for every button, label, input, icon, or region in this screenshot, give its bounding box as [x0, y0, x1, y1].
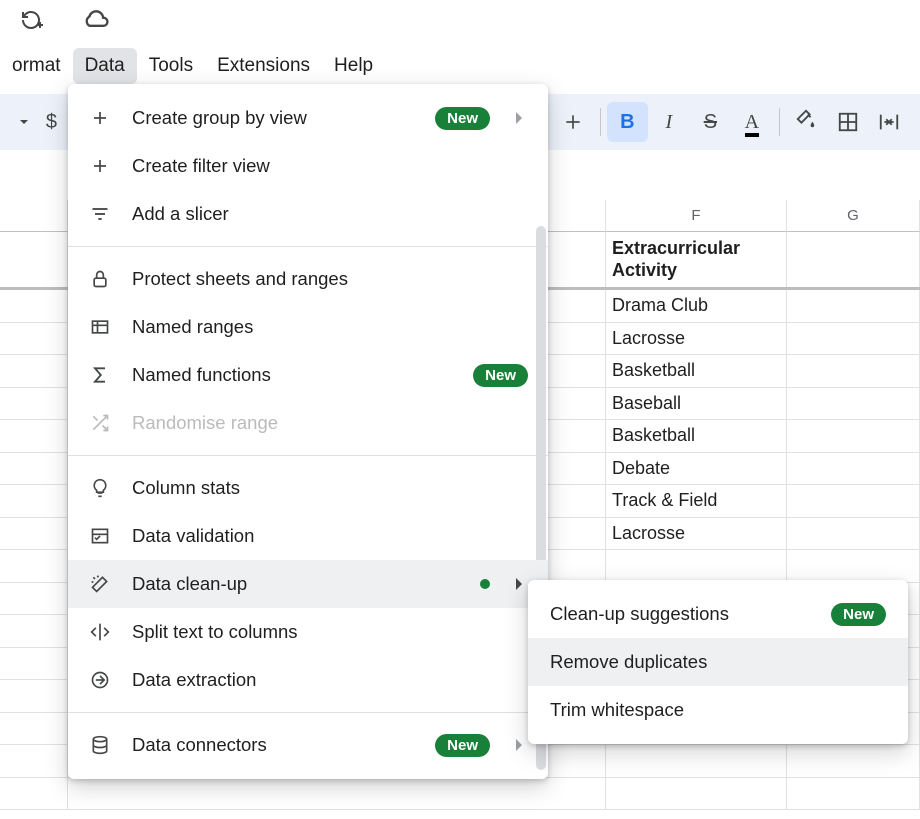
- checklist-icon: [88, 526, 112, 546]
- submenu-trim-whitespace[interactable]: Trim whitespace: [528, 686, 908, 734]
- menu-randomise-range: Randomise range: [68, 399, 548, 447]
- menu-label: Data clean-up: [132, 573, 247, 595]
- menu-separator: [68, 712, 548, 713]
- plus-icon: [88, 109, 112, 127]
- menu-label: Split text to columns: [132, 621, 298, 643]
- sigma-icon: [88, 365, 112, 385]
- menu-create-filter-view[interactable]: Create filter view: [68, 142, 548, 190]
- menu-label: Create group by view: [132, 107, 307, 129]
- italic-button[interactable]: I: [648, 102, 689, 142]
- menu-label: Add a slicer: [132, 203, 229, 225]
- header-F[interactable]: Extracurricular Activity: [606, 232, 787, 287]
- submenu-cleanup-suggestions[interactable]: Clean-up suggestions New: [528, 590, 908, 638]
- menu-separator: [68, 455, 548, 456]
- menu-create-group-by-view[interactable]: Create group by view New: [68, 94, 548, 142]
- database-icon: [88, 735, 112, 755]
- menu-split-text[interactable]: Split text to columns: [68, 608, 548, 656]
- new-badge: New: [473, 364, 528, 387]
- menu-extensions[interactable]: Extensions: [205, 48, 322, 84]
- borders-button[interactable]: [827, 102, 868, 142]
- split-icon: [88, 622, 112, 642]
- data-cleanup-submenu: Clean-up suggestions New Remove duplicat…: [528, 580, 908, 744]
- menu-label: Create filter view: [132, 155, 270, 177]
- toolbar-more-left[interactable]: [10, 102, 31, 142]
- menu-tools[interactable]: Tools: [137, 48, 205, 84]
- submenu-remove-duplicates[interactable]: Remove duplicates: [528, 638, 908, 686]
- currency-button[interactable]: $: [31, 102, 72, 142]
- table-row: [0, 778, 920, 811]
- menu-protect-sheets[interactable]: Protect sheets and ranges: [68, 255, 548, 303]
- menu-label: Column stats: [132, 477, 240, 499]
- submenu-arrow-icon: [516, 112, 528, 124]
- lock-icon: [88, 269, 112, 289]
- menu-data-cleanup[interactable]: Data clean-up: [68, 560, 548, 608]
- menu-label: Clean-up suggestions: [550, 603, 729, 625]
- shuffle-icon: [88, 413, 112, 433]
- submenu-arrow-icon: [516, 739, 528, 751]
- menu-label: Named functions: [132, 364, 271, 386]
- menu-separator: [68, 246, 548, 247]
- col-header-G[interactable]: G: [787, 200, 920, 232]
- menu-data-validation[interactable]: Data validation: [68, 512, 548, 560]
- col-header-F[interactable]: F: [606, 200, 787, 232]
- menu-label: Remove duplicates: [550, 651, 707, 673]
- plus-icon: [88, 157, 112, 175]
- menu-data-extraction[interactable]: Data extraction: [68, 656, 548, 704]
- menu-label: Data validation: [132, 525, 254, 547]
- menu-add-slicer[interactable]: Add a slicer: [68, 190, 548, 238]
- bold-button[interactable]: B: [607, 102, 648, 142]
- new-badge: New: [831, 603, 886, 626]
- data-menu-dropdown: Create group by view New Create filter v…: [68, 84, 548, 779]
- new-badge: New: [435, 734, 490, 757]
- named-ranges-icon: [88, 317, 112, 337]
- menu-named-ranges[interactable]: Named ranges: [68, 303, 548, 351]
- menu-label: Data connectors: [132, 734, 267, 756]
- merge-button[interactable]: [869, 102, 910, 142]
- menubar: ormat Data Tools Extensions Help: [0, 48, 385, 84]
- new-badge: New: [435, 107, 490, 130]
- fill-color-button[interactable]: [786, 102, 827, 142]
- menu-help[interactable]: Help: [322, 48, 385, 84]
- extract-icon: [88, 670, 112, 690]
- menu-named-functions[interactable]: Named functions New: [68, 351, 548, 399]
- menu-data[interactable]: Data: [73, 48, 137, 84]
- indicator-dot: [480, 579, 490, 589]
- menu-label: Named ranges: [132, 316, 253, 338]
- menu-label: Data extraction: [132, 669, 256, 691]
- menu-data-connectors[interactable]: Data connectors New: [68, 721, 548, 769]
- menu-label: Trim whitespace: [550, 699, 684, 721]
- menu-column-stats[interactable]: Column stats: [68, 464, 548, 512]
- menu-label: Randomise range: [132, 412, 278, 434]
- strike-button[interactable]: S: [690, 102, 731, 142]
- corner-cell[interactable]: [0, 200, 68, 232]
- menu-label: Protect sheets and ranges: [132, 268, 348, 290]
- insert-plus[interactable]: [552, 102, 593, 142]
- row-header[interactable]: [0, 232, 68, 287]
- wand-icon: [88, 574, 112, 594]
- submenu-arrow-icon: [516, 578, 528, 590]
- cloud-icon[interactable]: [82, 9, 110, 34]
- text-color-button[interactable]: A: [731, 102, 772, 142]
- history-add-icon[interactable]: [18, 8, 44, 35]
- menu-format[interactable]: ormat: [0, 48, 73, 84]
- lightbulb-icon: [88, 478, 112, 498]
- slicer-icon: [88, 204, 112, 224]
